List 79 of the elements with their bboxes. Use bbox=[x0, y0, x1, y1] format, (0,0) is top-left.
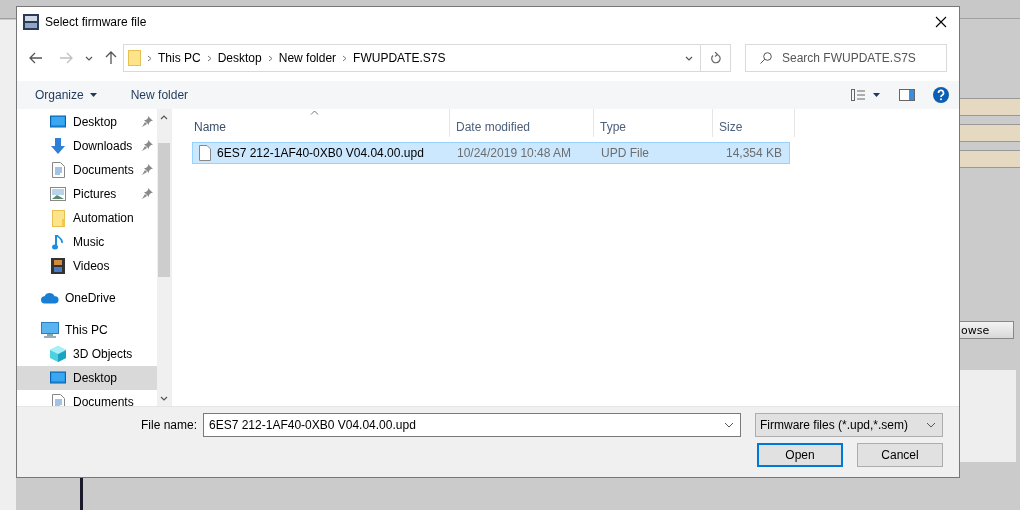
view-options-icon[interactable] bbox=[851, 89, 881, 101]
dialog-button[interactable]: Cancel bbox=[857, 443, 943, 467]
file-row[interactable]: 6ES7 212-1AF40-0XB0 V04.04.00.upd 10/24/2019 10:48 AM UPD File 14,354 KB bbox=[192, 142, 790, 164]
chevron-right-icon bbox=[206, 54, 212, 62]
table-cell-text: 10/24/2019 10:48 AM bbox=[456, 146, 573, 160]
file-name: 6ES7 212-1AF40-0XB0 V04.04.00.upd bbox=[217, 146, 424, 160]
sidebar-item[interactable]: 3D Objects bbox=[17, 342, 157, 366]
breadcrumb[interactable]: New folder bbox=[278, 51, 337, 65]
sidebar-item[interactable]: Desktop bbox=[17, 366, 157, 390]
up-arrow-icon[interactable] bbox=[105, 51, 117, 65]
sidebar-item[interactable]: Music bbox=[17, 230, 157, 254]
background-button[interactable]: owse bbox=[958, 321, 1014, 339]
background-row bbox=[960, 150, 1020, 168]
sort-caret-icon bbox=[310, 110, 319, 115]
refresh-icon bbox=[710, 52, 721, 64]
sidebar-item[interactable]: OneDrive bbox=[17, 286, 157, 310]
chevron-right-icon bbox=[267, 54, 273, 62]
document-icon bbox=[51, 162, 65, 178]
toolbar-button[interactable]: Organize bbox=[29, 86, 103, 104]
background-divider bbox=[80, 478, 83, 510]
breadcrumb[interactable]: This PC bbox=[158, 51, 201, 65]
pin-icon bbox=[142, 188, 153, 199]
chevron-down-icon bbox=[926, 422, 936, 428]
chevron-down-icon[interactable] bbox=[85, 55, 93, 61]
chevron-down-icon[interactable] bbox=[160, 395, 168, 401]
picture-icon bbox=[50, 187, 66, 201]
dialog-button[interactable]: Open bbox=[757, 443, 843, 467]
field-label: File name: bbox=[140, 418, 197, 432]
sidebar-item[interactable]: This PC bbox=[17, 318, 157, 342]
chevron-down-icon[interactable] bbox=[685, 55, 693, 61]
music-note-icon bbox=[52, 234, 64, 250]
help-icon[interactable] bbox=[933, 87, 949, 103]
background-row bbox=[960, 98, 1020, 116]
scrollbar[interactable] bbox=[157, 109, 171, 406]
pin-icon bbox=[142, 164, 153, 175]
file-icon bbox=[199, 145, 211, 161]
folder-icon bbox=[51, 209, 65, 227]
search-box[interactable]: Search FWUPDATE.S7S bbox=[745, 44, 947, 72]
toolbar-button[interactable]: New folder bbox=[124, 86, 195, 104]
address-bar[interactable]: This PC Desktop New folder FWUPDATE.S7S bbox=[123, 44, 731, 72]
column-header[interactable]: Size bbox=[713, 109, 795, 137]
pin-icon bbox=[142, 140, 153, 151]
chevron-up-icon[interactable] bbox=[160, 114, 168, 120]
app-logo-icon bbox=[23, 14, 39, 30]
sidebar-item[interactable]: Downloads bbox=[17, 134, 157, 158]
cube-icon bbox=[50, 346, 66, 362]
search-field[interactable]: Search FWUPDATE.S7S bbox=[782, 45, 946, 71]
monitor-icon bbox=[50, 115, 66, 129]
sidebar-item[interactable]: Pictures bbox=[17, 182, 157, 206]
column-header[interactable]: Type bbox=[594, 109, 713, 137]
chevron-right-icon bbox=[342, 54, 348, 62]
document-icon bbox=[51, 394, 65, 406]
window-title: Select firmware file bbox=[45, 15, 148, 29]
column-header[interactable]: Name bbox=[188, 109, 450, 137]
preview-pane-icon[interactable] bbox=[899, 89, 915, 101]
breadcrumb[interactable]: Desktop bbox=[217, 51, 262, 65]
sidebar-item[interactable]: Videos bbox=[17, 254, 157, 278]
column-header[interactable]: Date modified bbox=[450, 109, 594, 137]
film-icon bbox=[51, 258, 65, 274]
background-row bbox=[960, 124, 1020, 142]
monitor-icon bbox=[50, 371, 66, 385]
sidebar-item[interactable]: Automation bbox=[17, 206, 157, 230]
sidebar-item[interactable]: Desktop bbox=[17, 110, 157, 134]
pin-icon bbox=[142, 116, 153, 127]
breadcrumb[interactable]: FWUPDATE.S7S bbox=[353, 51, 446, 65]
sidebar-item[interactable]: Documents bbox=[17, 158, 157, 182]
folder-icon bbox=[128, 50, 141, 66]
close-icon bbox=[935, 16, 947, 28]
caret-icon bbox=[89, 93, 97, 97]
back-arrow-icon[interactable] bbox=[29, 52, 43, 64]
file-type-dropdown[interactable]: Firmware files (*.upd,*.sem) bbox=[755, 413, 943, 437]
chevron-down-icon[interactable] bbox=[722, 421, 736, 429]
table-cell-text: 14,354 KB bbox=[724, 146, 783, 160]
cloud-icon bbox=[41, 292, 59, 304]
table-cell-text: UPD File bbox=[600, 146, 650, 160]
chevron-right-icon bbox=[147, 54, 152, 62]
computer-icon bbox=[41, 322, 59, 338]
search-icon bbox=[760, 52, 772, 64]
down-arrow-icon bbox=[50, 138, 66, 154]
